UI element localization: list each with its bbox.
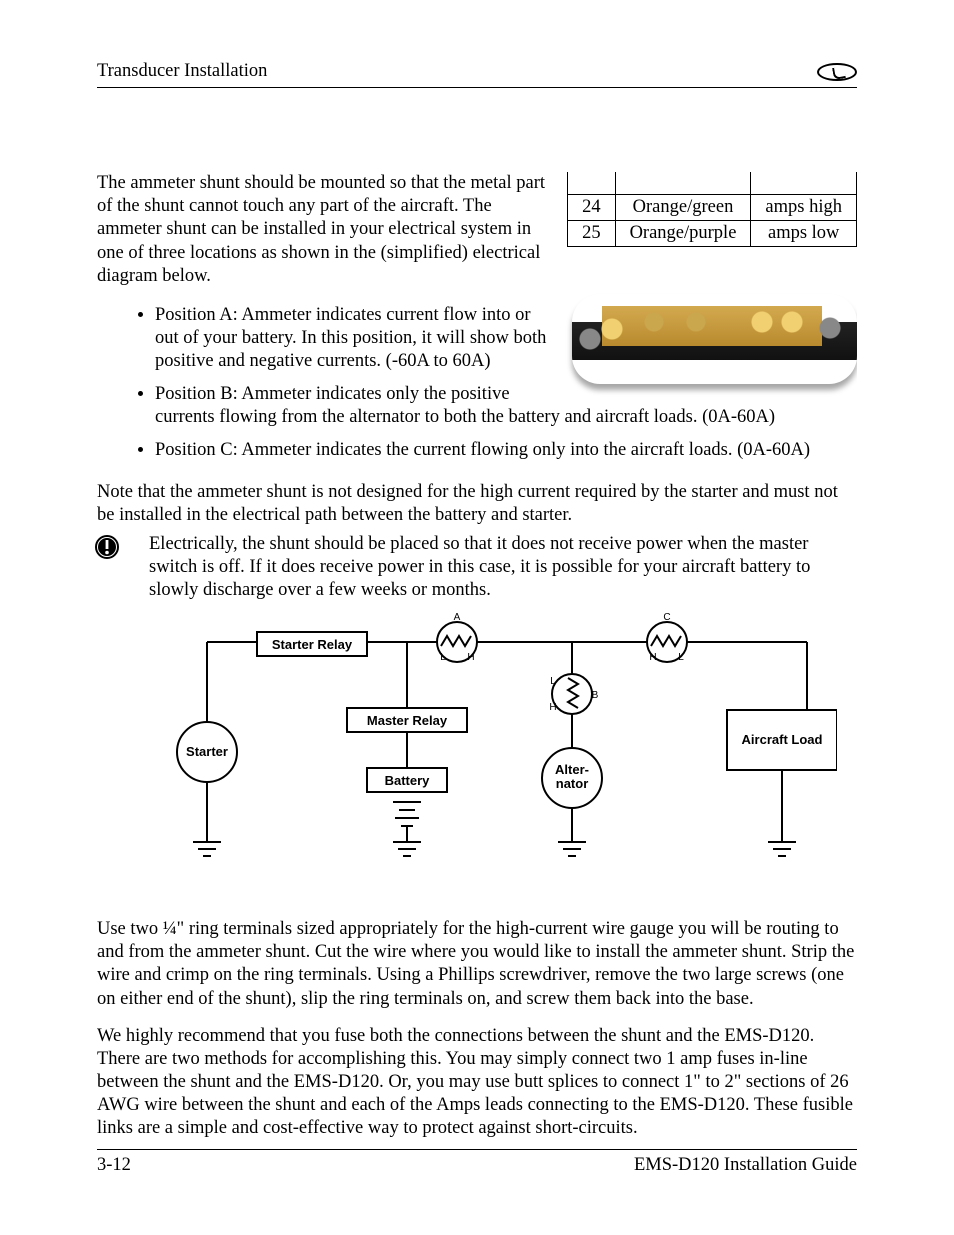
- caution-text: Electrically, the shunt should be placed…: [149, 533, 857, 602]
- table-row: 24 Orange/green amps high: [568, 195, 857, 221]
- label-b: B: [592, 690, 599, 701]
- brand-logo-icon: [817, 63, 857, 81]
- func-cell: amps high: [751, 195, 857, 221]
- color-cell: Orange/purple: [615, 221, 751, 247]
- wire-color-table: 24 Orange/green amps high 25 Orange/purp…: [567, 172, 857, 247]
- table-row: 25 Orange/purple amps low: [568, 221, 857, 247]
- label-l: L: [550, 676, 556, 687]
- list-item: Position C: Ammeter indicates the curren…: [155, 439, 857, 462]
- section-title: Transducer Installation: [97, 60, 267, 83]
- label-h: H: [467, 652, 474, 663]
- label-alternator: Alter-: [555, 762, 589, 777]
- page-footer: 3-12 EMS-D120 Installation Guide: [97, 1149, 857, 1177]
- label-l: L: [440, 652, 446, 663]
- electrical-diagram: .bx{fill:#fff;stroke:#000;stroke-width:2…: [147, 612, 847, 892]
- doc-title: EMS-D120 Installation Guide: [634, 1154, 857, 1177]
- label-h: H: [649, 652, 656, 663]
- label-h: H: [549, 702, 556, 713]
- pin-cell: 25: [568, 221, 616, 247]
- label-aircraft-load: Aircraft Load: [742, 732, 823, 747]
- ring-terminals-paragraph: Use two ¼" ring terminals sized appropri…: [97, 918, 857, 1011]
- label-a: A: [454, 612, 461, 623]
- list-item: Position B: Ammeter indicates only the p…: [155, 383, 857, 429]
- fuse-paragraph: We highly recommend that you fuse both t…: [97, 1025, 857, 1141]
- label-c: C: [663, 612, 670, 623]
- label-battery: Battery: [385, 773, 431, 788]
- page-number: 3-12: [97, 1154, 131, 1177]
- note-paragraph: Note that the ammeter shunt is not desig…: [97, 481, 857, 527]
- label-starter-relay: Starter Relay: [272, 637, 353, 652]
- label-starter: Starter: [186, 744, 228, 759]
- func-cell: amps low: [751, 221, 857, 247]
- page-header: Transducer Installation: [97, 60, 857, 88]
- intro-block: 24 Orange/green amps high 25 Orange/purp…: [97, 172, 857, 288]
- caution-icon: [95, 535, 119, 559]
- shunt-photo: [572, 294, 857, 384]
- positions-block: Position A: Ammeter indicates current fl…: [97, 288, 857, 473]
- pin-cell: 24: [568, 195, 616, 221]
- label-l: L: [678, 652, 684, 663]
- caution-block: Electrically, the shunt should be placed…: [97, 533, 857, 602]
- svg-text:nator: nator: [556, 776, 589, 791]
- label-master-relay: Master Relay: [367, 713, 448, 728]
- color-cell: Orange/green: [615, 195, 751, 221]
